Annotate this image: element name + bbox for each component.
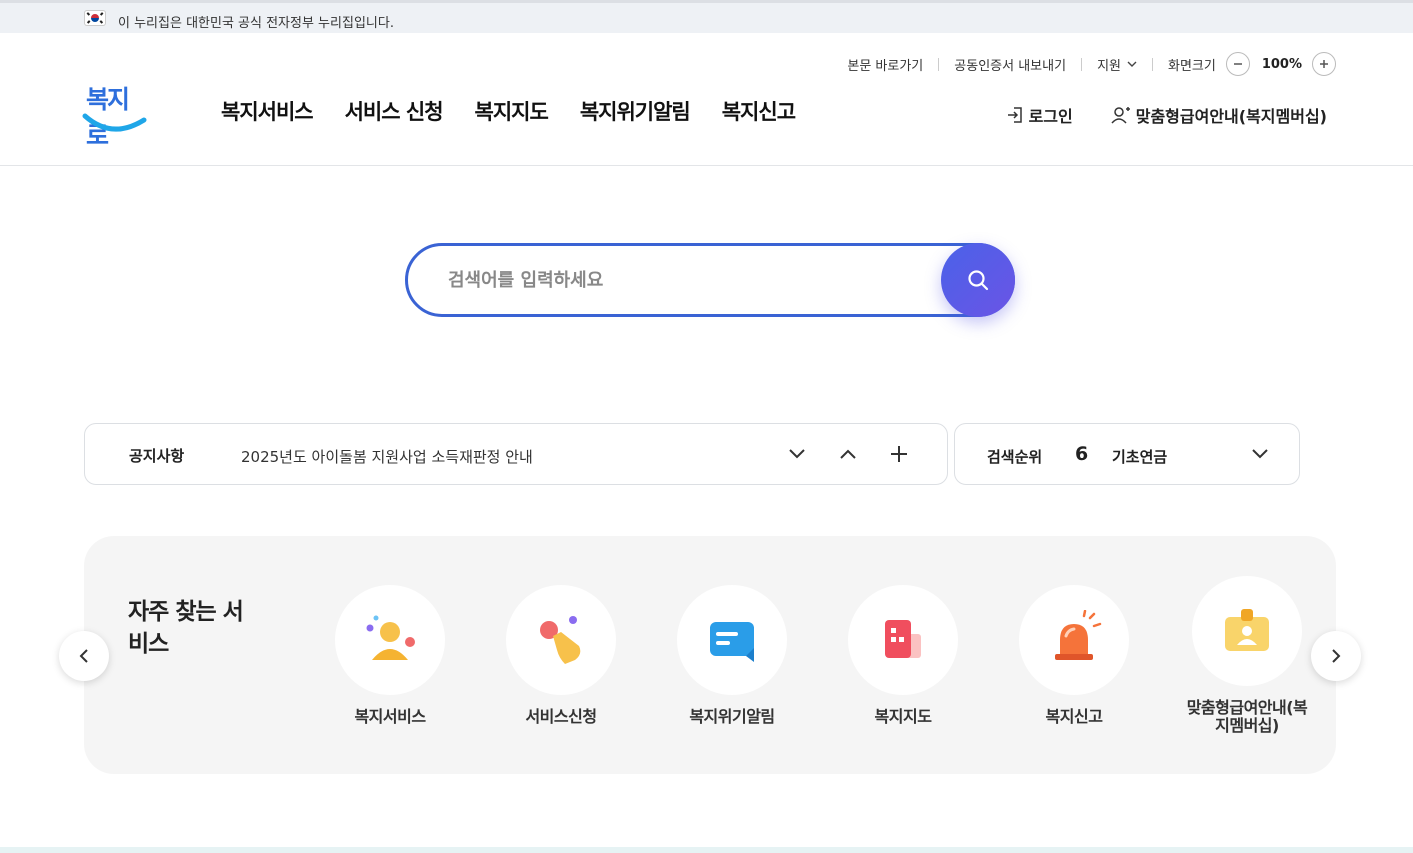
ranking-label: 검색순위 [987,448,1043,466]
carousel-next-button[interactable] [1311,631,1361,681]
service-label: 맞춤형급여안내(복지멤버십) [1186,698,1308,735]
support-label: 지원 [1097,58,1121,74]
chevron-down-icon [789,449,805,459]
person-icon [335,585,445,695]
service-item-report[interactable]: 복지신고 [1009,585,1139,726]
divider [1151,57,1153,71]
frequent-services: 자주 찾는 서비스 복지서비스 서비스신청 복지위기알림 복지지도 복지신고 맞… [84,536,1336,774]
frequent-services-title: 자주 찾는 서비스 [128,599,244,657]
zoom-in-button[interactable] [1312,52,1336,76]
notice-text[interactable]: 2025년도 아이돌봄 지원사업 소득재판정 안내 [241,446,533,467]
service-label: 복지지도 [874,707,932,726]
service-label: 복지신고 [1045,707,1103,726]
ranking-number: 6 [1075,443,1089,465]
nav-crisis-alert[interactable]: 복지위기알림 [580,96,691,126]
nav-welfare-service[interactable]: 복지서비스 [221,96,314,126]
skip-to-content-link[interactable]: 본문 바로가기 [847,55,923,74]
service-item-membership[interactable]: 맞춤형급여안내(복지멤버십) [1182,576,1312,735]
login-link[interactable]: 로그인 [1006,103,1073,127]
service-item-crisis-alert[interactable]: 복지위기알림 [667,585,797,726]
minus-icon [1233,63,1242,65]
zoom-out-button[interactable] [1225,52,1250,76]
chevron-right-icon [1332,649,1341,663]
notice-bar: 공지사항 2025년도 아이돌봄 지원사업 소득재판정 안내 [84,423,948,485]
notice-label: 공지사항 [129,447,185,465]
chevron-up-icon [840,449,856,459]
chevron-down-icon [1127,61,1137,67]
zoom-level: 100% [1261,56,1302,72]
footer-edge [0,847,1413,853]
ranking-expand-button[interactable] [1247,441,1273,467]
nav-welfare-report[interactable]: 복지신고 [722,96,796,126]
notice-prev-button[interactable] [835,441,861,467]
search-icon [968,270,989,291]
search-input[interactable] [448,246,928,314]
divider [1081,57,1083,71]
support-dropdown[interactable]: 지원 [1097,55,1137,74]
cert-export-link[interactable]: 공동인증서 내보내기 [954,55,1066,74]
nav-welfare-map[interactable]: 복지지도 [475,96,549,126]
service-item-apply[interactable]: 서비스신청 [496,585,626,726]
plus-icon [1320,60,1328,68]
ranking-term[interactable]: 기초연금 [1112,446,1167,467]
carousel-prev-button[interactable] [59,631,109,681]
chevron-left-icon [79,649,88,663]
service-label: 서비스신청 [525,707,597,726]
site-logo[interactable]: 복지로 [82,80,148,150]
service-label: 복지서비스 [354,707,426,726]
nav-service-apply[interactable]: 서비스 신청 [345,96,444,126]
logo-smile-icon [82,113,147,132]
header-divider [0,165,1413,166]
header-actions: 로그인 맞춤형급여안내(복지멤버십) [1006,103,1327,127]
siren-icon [1019,585,1129,695]
main-nav: 복지서비스 서비스 신청 복지지도 복지위기알림 복지신고 [221,96,796,126]
gov-banner: 이 누리집은 대한민국 공식 전자정부 누리집입니다. [0,0,1413,33]
membership-link[interactable]: 맞춤형급여안내(복지멤버십) [1111,103,1327,127]
message-icon [677,585,787,695]
screen-size-label: 화면크기 [1167,58,1216,74]
chevron-down-icon [1252,449,1268,459]
service-item-welfare-map[interactable]: 복지지도 [838,585,968,726]
user-add-icon [1111,107,1130,124]
plus-icon [891,446,907,462]
membership-label: 맞춤형급여안내(복지멤버십) [1135,107,1327,126]
search-button[interactable] [941,243,1015,317]
notice-next-button[interactable] [784,441,810,467]
service-label: 복지위기알림 [689,707,775,726]
korea-flag-icon [85,11,105,25]
id-card-icon [1192,576,1302,686]
search-ranking: 검색순위 6 기초연금 [954,423,1300,485]
service-item-welfare[interactable]: 복지서비스 [325,585,455,726]
map-building-icon [848,585,958,695]
login-icon [1007,107,1022,123]
gov-banner-text: 이 누리집은 대한민국 공식 전자정부 누리집입니다. [118,16,394,31]
divider [938,57,940,71]
search-box [405,243,1015,317]
utility-menu: 본문 바로가기 공동인증서 내보내기 지원 화면크기 100% [847,52,1336,76]
notice-more-button[interactable] [886,441,912,467]
login-label: 로그인 [1028,107,1073,126]
hand-tap-icon [506,585,616,695]
